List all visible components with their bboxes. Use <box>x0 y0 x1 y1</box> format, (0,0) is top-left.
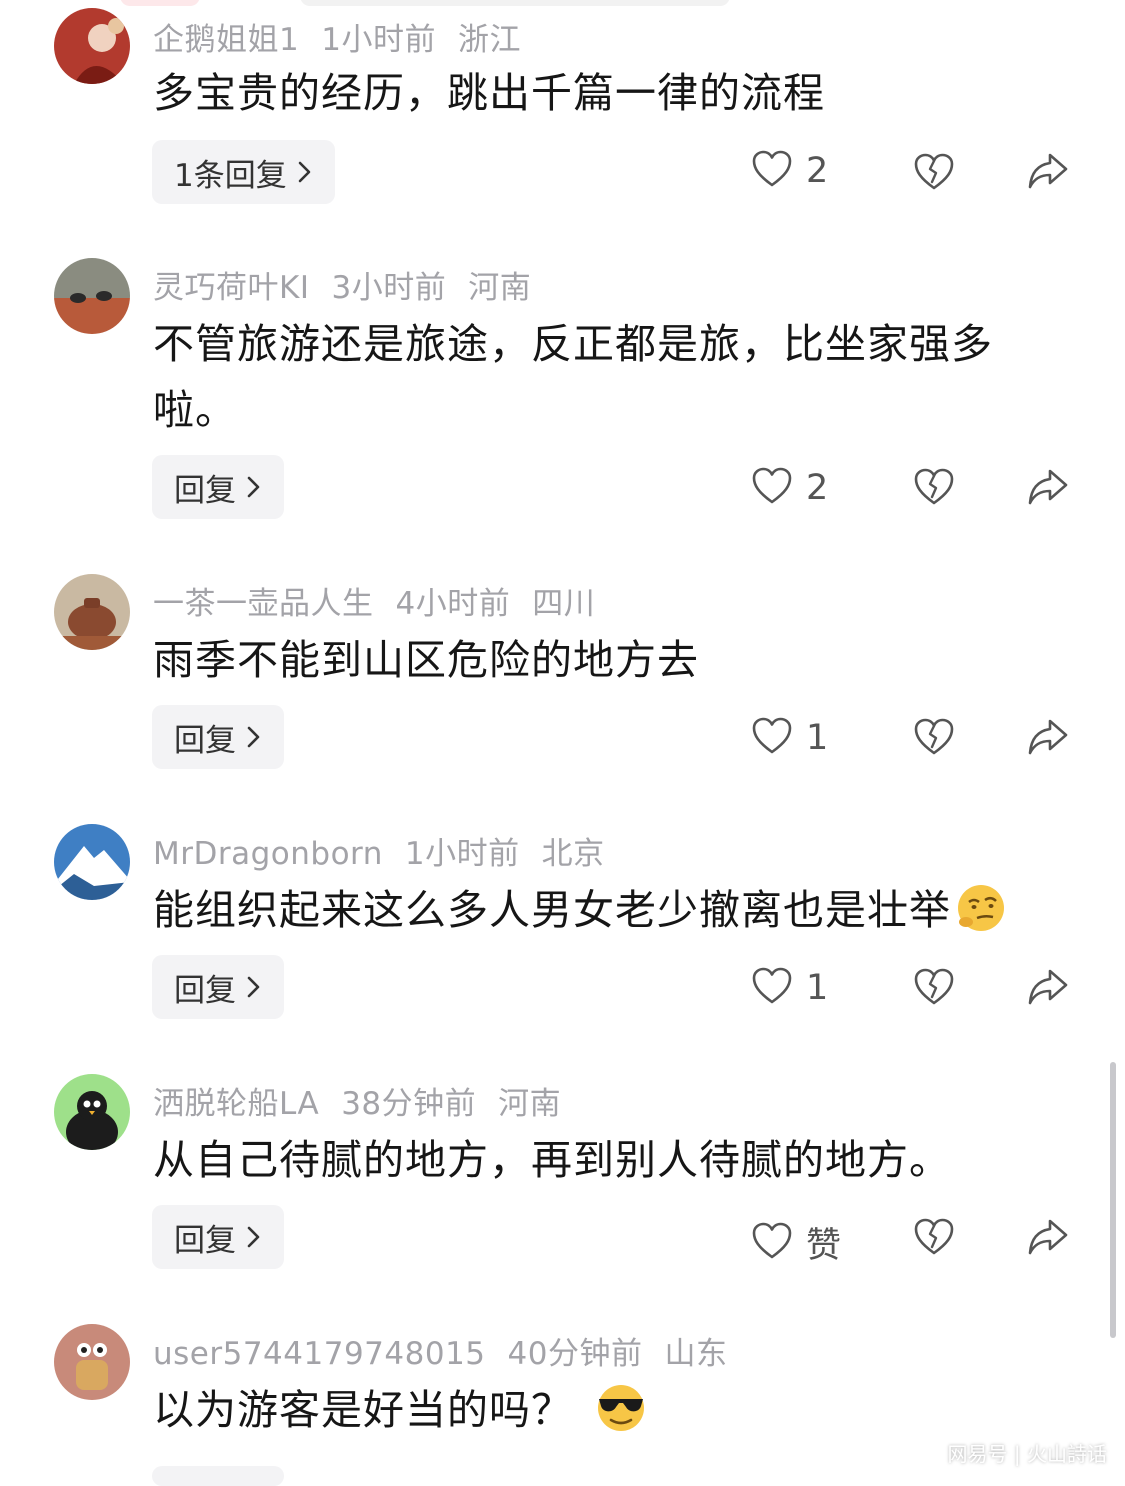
sunglasses-emoji-icon <box>593 1382 645 1434</box>
like-count: 1 <box>806 968 829 1008</box>
chevron-right-icon <box>246 1226 262 1248</box>
broken-heart-icon <box>914 468 954 510</box>
share-button[interactable] <box>1028 468 1068 510</box>
dislike-button[interactable] <box>914 718 954 760</box>
comment-meta: 洒脱轮船LA 38分钟前 河南 <box>153 1078 583 1123</box>
like-button[interactable]: 1 <box>752 967 828 1009</box>
comment-meta: MrDragonborn 1小时前 北京 <box>153 828 627 873</box>
username[interactable]: 洒脱轮船LA <box>153 1086 319 1122</box>
reply-label: 1条回复 <box>174 157 287 194</box>
avatar[interactable] <box>54 258 130 334</box>
heart-outline-icon <box>752 467 792 509</box>
share-arrow-icon <box>1028 152 1068 194</box>
username[interactable]: user5744179748015 <box>153 1336 486 1372</box>
avatar[interactable] <box>54 824 130 900</box>
reply-button[interactable]: 回复 <box>152 455 284 519</box>
avatar[interactable] <box>54 1324 130 1400</box>
comment-meta: 一茶一壶品人生 4小时前 四川 <box>153 578 617 623</box>
top-partial-badge <box>120 0 200 6</box>
reply-label: 回复 <box>174 1222 236 1259</box>
heart-outline-icon <box>752 1222 792 1264</box>
like-button[interactable]: 赞 <box>752 1217 841 1268</box>
chevron-right-icon <box>246 476 262 498</box>
share-arrow-icon <box>1028 968 1068 1010</box>
reply-button-partial[interactable] <box>152 1466 284 1486</box>
reply-label: 回复 <box>174 972 236 1009</box>
location: 山东 <box>664 1336 728 1372</box>
comment-text: 以为游客是好当的吗？ <box>153 1377 1033 1443</box>
chevron-right-icon <box>246 726 262 748</box>
watermark: 网易号 | 火山詩话 <box>947 1442 1107 1466</box>
heart-outline-icon <box>752 967 792 1009</box>
reply-label: 回复 <box>174 472 236 509</box>
top-partial-bar <box>300 0 730 6</box>
location: 北京 <box>541 836 605 872</box>
like-count: 1 <box>806 718 829 758</box>
reply-label: 回复 <box>174 722 236 759</box>
comment-text: 能组织起来这么多人男女老少撤离也是壮举 <box>153 877 1033 943</box>
chevron-right-icon <box>246 976 262 998</box>
share-arrow-icon <box>1028 468 1068 510</box>
dislike-button[interactable] <box>914 153 954 195</box>
heart-outline-icon <box>752 717 792 759</box>
like-count: 2 <box>806 468 829 508</box>
comment-meta: 企鹅姐姐1 1小时前 浙江 <box>153 14 543 59</box>
comment-meta: user5744179748015 40分钟前 山东 <box>153 1328 749 1373</box>
scrollbar[interactable] <box>1110 1062 1116 1338</box>
comment-text: 多宝贵的经历，跳出千篇一律的流程 <box>153 69 825 117</box>
dislike-button[interactable] <box>914 468 954 510</box>
username[interactable]: 灵巧荷叶KI <box>153 270 309 306</box>
like-count: 赞 <box>806 1226 842 1266</box>
comment-text-content: 以为游客是好当的吗？ <box>153 1386 573 1434</box>
location: 四川 <box>532 586 596 622</box>
share-arrow-icon <box>1028 1218 1068 1260</box>
avatar[interactable] <box>54 574 130 650</box>
comment-meta: 灵巧荷叶KI 3小时前 河南 <box>153 262 553 307</box>
reply-button[interactable]: 回复 <box>152 705 284 769</box>
thinking-smirk-emoji-icon <box>955 882 1007 934</box>
location: 浙江 <box>457 22 521 58</box>
timestamp: 38分钟前 <box>341 1086 477 1122</box>
like-button[interactable]: 2 <box>752 467 828 509</box>
comment-text: 雨季不能到山区危险的地方去 <box>153 636 699 684</box>
broken-heart-icon <box>914 718 954 760</box>
comment-text: 从自己待腻的地方，再到别人待腻的地方。 <box>153 1136 951 1184</box>
username[interactable]: MrDragonborn <box>153 836 383 872</box>
chevron-right-icon <box>297 161 313 183</box>
comment-text-content: 能组织起来这么多人男女老少撤离也是壮举 <box>153 886 951 934</box>
reply-button[interactable]: 回复 <box>152 1205 284 1269</box>
timestamp: 1小时前 <box>321 22 436 58</box>
broken-heart-icon <box>914 153 954 195</box>
username[interactable]: 企鹅姐姐1 <box>153 22 299 58</box>
reply-button[interactable]: 1条回复 <box>152 140 335 204</box>
avatar[interactable] <box>54 8 130 84</box>
like-count: 2 <box>806 151 829 191</box>
reply-button[interactable]: 回复 <box>152 955 284 1019</box>
like-button[interactable]: 1 <box>752 717 828 759</box>
like-button[interactable]: 2 <box>752 150 828 192</box>
heart-outline-icon <box>752 150 792 192</box>
comment-text: 不管旅游还是旅途，反正都是旅，比坐家强多啦。 <box>153 320 993 434</box>
broken-heart-icon <box>914 1218 954 1260</box>
share-button[interactable] <box>1028 152 1068 194</box>
share-button[interactable] <box>1028 968 1068 1010</box>
dislike-button[interactable] <box>914 1218 954 1260</box>
avatar[interactable] <box>54 1074 130 1150</box>
timestamp: 40分钟前 <box>507 1336 643 1372</box>
share-arrow-icon <box>1028 718 1068 760</box>
location: 河南 <box>468 270 532 306</box>
timestamp: 4小时前 <box>395 586 511 622</box>
timestamp: 1小时前 <box>404 836 520 872</box>
timestamp: 3小时前 <box>331 270 447 306</box>
username[interactable]: 一茶一壶品人生 <box>153 586 374 622</box>
location: 河南 <box>498 1086 562 1122</box>
dislike-button[interactable] <box>914 968 954 1010</box>
broken-heart-icon <box>914 968 954 1010</box>
share-button[interactable] <box>1028 1218 1068 1260</box>
share-button[interactable] <box>1028 718 1068 760</box>
